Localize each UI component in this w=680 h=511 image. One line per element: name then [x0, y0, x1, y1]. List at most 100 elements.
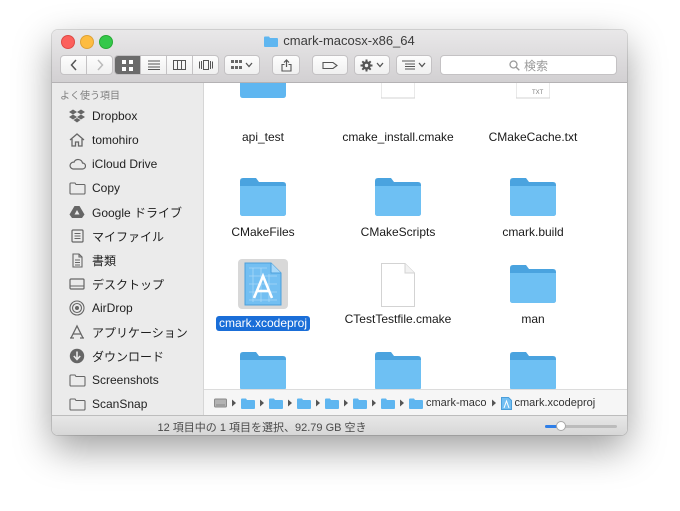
path-segment-label: cmark-maco	[426, 397, 487, 409]
sidebar-item-desktop[interactable]: デスクトップ	[68, 273, 164, 295]
sidebar-item-dropbox[interactable]: Dropbox	[68, 105, 137, 127]
sidebar-item-google-drive[interactable]: Google ドライブ	[68, 201, 182, 223]
folder-icon	[240, 352, 286, 389]
path-separator-icon	[315, 399, 321, 407]
list-icon	[147, 60, 160, 70]
file-item-module-cache[interactable]: module-cache	[204, 352, 328, 389]
path-separator-icon	[399, 399, 405, 407]
downloads-icon	[68, 348, 86, 364]
chevron-down-icon	[245, 62, 253, 68]
folder-icon	[375, 352, 421, 389]
file-badge: TXT	[532, 90, 544, 96]
path-segment-disk[interactable]	[214, 398, 227, 408]
sidebar-item-copy[interactable]: Copy	[68, 177, 120, 199]
forward-button[interactable]	[87, 56, 112, 74]
path-separator-icon	[491, 399, 497, 407]
file-item-src[interactable]: src	[333, 352, 463, 389]
sidebar-item-label: AirDrop	[92, 301, 133, 315]
file-item-cmakefiles[interactable]: CMakeFiles	[204, 178, 328, 240]
file-item-cmakecache[interactable]: TXT CMakeCache.txt	[468, 83, 598, 145]
path-segment-folder[interactable]	[325, 398, 339, 409]
folder-icon	[68, 396, 86, 412]
sidebar-item-applications[interactable]: アプリケーション	[68, 321, 188, 343]
window-title-area: cmark-macosx-x86_64	[52, 33, 627, 48]
status-bar: 12 項目中の 1 項目を選択、92.79 GB 空き	[52, 415, 627, 435]
chevron-down-icon	[418, 62, 426, 68]
path-segment-folder[interactable]	[353, 398, 367, 409]
file-item-testdir[interactable]: testdir	[468, 352, 598, 389]
path-separator-icon	[287, 399, 293, 407]
dropbox-icon	[68, 108, 86, 124]
path-segment-cmark-macosx[interactable]: cmark-maco	[409, 397, 487, 409]
slider-knob[interactable]	[555, 421, 566, 431]
file-item-cmark-xcodeproj[interactable]: cmark.xcodeproj	[204, 259, 328, 332]
cloud-icon	[68, 156, 86, 172]
file-item-cmark-build[interactable]: cmark.build	[468, 178, 598, 240]
sidebar-item-label: ScanSnap	[92, 397, 148, 411]
google-drive-icon	[68, 204, 86, 220]
folder-icon	[381, 398, 395, 409]
icon-size-slider[interactable]	[545, 421, 617, 431]
share-button[interactable]	[272, 55, 300, 75]
search-placeholder: 検索	[523, 58, 548, 73]
folder-icon	[68, 372, 86, 388]
sidebar-item-scansnap[interactable]: ScanSnap	[68, 393, 147, 415]
sidebar-item-label: iCloud Drive	[92, 157, 158, 171]
cover-flow-button[interactable]	[193, 56, 218, 74]
sidebar-item-label: tomohiro	[92, 133, 139, 147]
sidebar-item-label: アプリケーション	[92, 325, 188, 340]
path-segment-folder[interactable]	[297, 398, 311, 409]
sidebar-item-all-my-files[interactable]: マイファイル	[68, 225, 164, 247]
sidebar-item-documents[interactable]: 書類	[68, 249, 116, 271]
airdrop-icon	[68, 300, 86, 316]
arrange-grid-icon	[231, 60, 242, 69]
columns-icon	[173, 60, 186, 70]
file-item-api-test[interactable]: api_test	[204, 83, 328, 145]
list-view-button[interactable]	[141, 56, 167, 74]
sidebar-item-label: ダウンロード	[92, 349, 165, 364]
path-segment-folder[interactable]	[241, 398, 255, 409]
file-item-cmakescripts[interactable]: CMakeScripts	[333, 178, 463, 240]
action-button[interactable]	[354, 55, 390, 75]
icon-view-button[interactable]	[115, 56, 141, 74]
path-separator-icon	[343, 399, 349, 407]
path-segment-cmark-xcodeproj[interactable]: cmark.xcodeproj	[500, 396, 595, 410]
sidebar-item-tomohiro[interactable]: tomohiro	[68, 129, 139, 151]
sidebar-item-downloads[interactable]: ダウンロード	[68, 345, 164, 367]
file-name: CMakeCache.txt	[488, 130, 578, 144]
folder-icon	[353, 398, 367, 409]
file-item-cmake-install[interactable]: cmake_install.cmake	[333, 83, 463, 145]
folder-icon	[409, 398, 423, 409]
search-field[interactable]: 検索	[440, 55, 617, 75]
file-name: cmark.build	[502, 225, 564, 239]
path-separator-icon	[371, 399, 377, 407]
xcode-project-icon	[500, 396, 512, 410]
file-item-ctesttestfile[interactable]: CTestTestfile.cmake	[333, 263, 463, 327]
arrange-button[interactable]	[224, 55, 260, 75]
file-name: CMakeScripts	[360, 225, 436, 239]
column-view-button[interactable]	[167, 56, 193, 74]
sidebar-item-airdrop[interactable]: AirDrop	[68, 297, 133, 319]
path-separator-icon	[231, 399, 237, 407]
file-name: CTestTestfile.cmake	[344, 312, 452, 326]
folder-icon	[510, 352, 556, 389]
sidebar-item-icloud-drive[interactable]: iCloud Drive	[68, 153, 157, 175]
group-list-icon	[402, 60, 415, 70]
edit-tags-button[interactable]	[312, 55, 348, 75]
chevron-right-icon	[96, 59, 104, 71]
file-name: CMakeFiles	[231, 225, 295, 239]
folder-icon	[240, 178, 286, 216]
path-bar: cmark-maco cmark.xcodeproj	[204, 389, 627, 416]
applications-icon	[68, 324, 86, 340]
back-button[interactable]	[61, 56, 87, 74]
folder-icon	[297, 398, 311, 409]
share-icon	[280, 58, 292, 72]
search-icon	[509, 59, 520, 71]
group-by-button[interactable]	[396, 55, 432, 75]
path-segment-folder[interactable]	[381, 398, 395, 409]
window-title: cmark-macosx-x86_64	[283, 33, 415, 48]
sidebar-item-screenshots[interactable]: Screenshots	[68, 369, 159, 391]
file-item-man[interactable]: man	[468, 265, 598, 327]
navigation-buttons	[60, 55, 113, 75]
path-segment-folder[interactable]	[269, 398, 283, 409]
